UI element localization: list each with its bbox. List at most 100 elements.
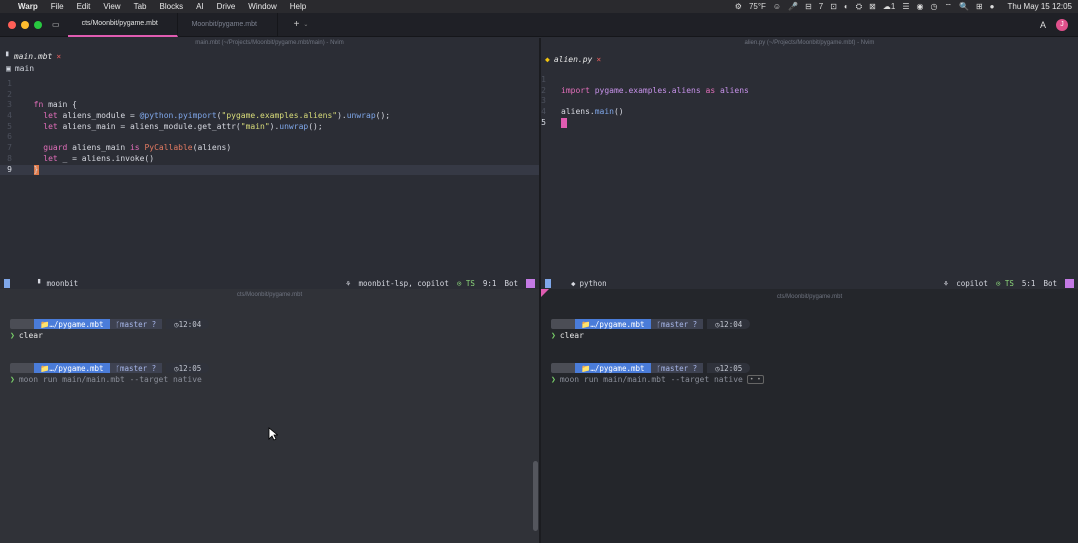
- module-icon: ▣: [6, 64, 11, 73]
- buffer-close-icon[interactable]: ×: [596, 55, 601, 64]
- control-center-icon[interactable]: ⊞: [976, 2, 983, 11]
- mouse-pointer-icon: [268, 427, 278, 441]
- terminal-scrollbar[interactable]: [533, 461, 538, 531]
- terminal-pane-right[interactable]: cts/Moonbit/pygame.mbt 📁 …/pygame.mbt ᚴ …: [541, 289, 1078, 543]
- microphone-status-icon[interactable]: 🎤: [788, 2, 798, 11]
- prompt-block: 📁 …/pygame.mbt ᚴ master ? ◷ 12:05: [10, 363, 210, 373]
- status-filetype: python: [579, 279, 607, 288]
- buffer-close-icon[interactable]: ×: [56, 52, 61, 61]
- line-number: 2: [7, 89, 12, 99]
- pane-title: alien.py (~/Projects/Moonbit/pygame.mbt)…: [744, 40, 875, 46]
- running-spinner: • •: [746, 374, 764, 384]
- menu-tab[interactable]: Tab: [134, 2, 147, 11]
- line-code: aliens.main(): [561, 107, 624, 117]
- file-icon: ▘: [6, 52, 11, 61]
- user-avatar[interactable]: J: [1056, 18, 1068, 31]
- line-number: 9: [7, 164, 12, 174]
- prompt-block: 📁 …/pygame.mbt ᚴ master ? ◷ 12:05: [551, 363, 751, 373]
- counter-status[interactable]: 7: [819, 2, 823, 11]
- settings-status-icon[interactable]: ⚙: [735, 2, 742, 11]
- cursor-position: 5:1: [1021, 279, 1036, 288]
- statusline-end-block: [1065, 279, 1074, 288]
- command-line[interactable]: ❯ moon run main/main.mbt --target native •…: [551, 374, 764, 384]
- theme-status-icon[interactable]: ◐: [844, 2, 849, 11]
- line-number: 5: [541, 117, 546, 127]
- code-line: 1: [0, 79, 539, 90]
- menu-ai[interactable]: AI: [196, 2, 204, 11]
- new-tab-dropdown-icon[interactable]: ⌄: [303, 21, 308, 28]
- mute-status-icon[interactable]: ⊠: [869, 2, 876, 11]
- treesitter-status: ⊙ TS: [995, 279, 1014, 288]
- menu-window[interactable]: Window: [248, 2, 276, 11]
- command-text: moon run main/main.mbt --target native: [18, 374, 202, 384]
- line-number: 7: [7, 143, 12, 153]
- buffer-tab-alien-py[interactable]: ◆ alien.py ×: [545, 55, 601, 64]
- new-tab-button[interactable]: +: [294, 19, 300, 30]
- chat-status-icon[interactable]: ☁1: [883, 2, 895, 11]
- menu-edit[interactable]: Edit: [77, 2, 91, 11]
- window-status-icon[interactable]: ⊟: [805, 2, 812, 11]
- menu-view[interactable]: View: [103, 2, 120, 11]
- warp-tab-bar: ▭ cts/Moonbit/pygame.mbt Moonbit/pygame.…: [0, 12, 1078, 37]
- buffer-filename: alien.py: [553, 55, 593, 64]
- menu-drive[interactable]: Drive: [217, 2, 236, 11]
- code-editor[interactable]: 1 2 import pygame.examples.aliens as alie…: [541, 75, 1078, 128]
- code-line: 2: [0, 90, 539, 101]
- window-controls: [8, 20, 42, 29]
- apple-os-icon: [551, 363, 575, 373]
- prompt-time: ◷ 12:05: [166, 363, 210, 373]
- mode-indicator: [545, 279, 551, 288]
- prompt-arrow-icon: ❯: [551, 374, 556, 384]
- code-line: 8 let _ = aliens.invoke(): [0, 154, 539, 165]
- tab-pygame-second[interactable]: Moonbit/pygame.mbt: [178, 12, 278, 37]
- menu-help[interactable]: Help: [290, 2, 306, 11]
- code-editor[interactable]: 1 2 3 fn main { 4 let aliens_module = @p…: [0, 79, 539, 176]
- tabbar-right-icons: A J: [1040, 18, 1068, 31]
- command-text: clear: [559, 330, 584, 340]
- buffer-tab-main-mbt[interactable]: ▘ main.mbt ×: [6, 52, 61, 61]
- zoom-window-button[interactable]: [34, 20, 42, 29]
- command-line[interactable]: ❯ moon run main/main.mbt --target native: [10, 374, 202, 384]
- siri-icon[interactable]: ●: [990, 2, 995, 11]
- calendar-status-icon[interactable]: ⊡: [830, 2, 837, 11]
- menu-warp[interactable]: Warp: [18, 2, 38, 11]
- spotlight-search-icon[interactable]: 🔍: [959, 2, 969, 11]
- menu-file[interactable]: File: [51, 2, 64, 11]
- git-branch-label: master ?: [661, 319, 698, 329]
- tab-sidebar-toggle-icon[interactable]: ▭: [52, 20, 60, 29]
- terminal-pane-left[interactable]: cts/Moonbit/pygame.mbt 📁 …/pygame.mbt ᚴ …: [0, 289, 539, 543]
- line-number: 6: [7, 132, 12, 142]
- apple-os-icon: [10, 319, 34, 329]
- record-status-icon[interactable]: ◉: [917, 2, 924, 11]
- tab-pygame-active[interactable]: cts/Moonbit/pygame.mbt: [67, 12, 178, 37]
- line-code: import pygame.examples.aliens as aliens: [561, 85, 749, 95]
- pane-title: main.mbt (~/Projects/Moonbit/pygame.mbt/…: [195, 40, 344, 46]
- line-number: 3: [7, 100, 12, 110]
- tab-label: Moonbit/pygame.mbt: [191, 21, 257, 28]
- menubar-clock[interactable]: Thu May 15 12:05: [1008, 2, 1072, 11]
- nvim-pane-main-mbt[interactable]: main.mbt (~/Projects/Moonbit/pygame.mbt/…: [0, 38, 539, 289]
- ai-assistant-icon[interactable]: A: [1040, 20, 1046, 30]
- minimize-window-button[interactable]: [21, 20, 29, 29]
- prompt-directory: 📁 …/pygame.mbt: [34, 319, 110, 329]
- list-status-icon[interactable]: ☰: [902, 2, 909, 11]
- code-line: 7 guard aliens_main is PyCallable(aliens…: [0, 143, 539, 154]
- close-window-button[interactable]: [8, 20, 16, 29]
- face-status-icon[interactable]: ☺: [773, 2, 781, 11]
- time-label: 12:04: [719, 319, 743, 329]
- text-cursor: [561, 117, 567, 128]
- prompt-directory: 📁 …/pygame.mbt: [575, 319, 651, 329]
- command-line[interactable]: ❯ clear: [10, 330, 43, 340]
- prompt-time: ◷ 12:05: [707, 363, 751, 373]
- weather-status[interactable]: 75°F: [749, 2, 766, 11]
- wifi-icon[interactable]: ⌔: [944, 2, 952, 12]
- text-cursor: }: [33, 164, 39, 175]
- line-number: 4: [541, 107, 546, 117]
- code-line-current: 5: [541, 117, 1078, 129]
- code-line: 2 import pygame.examples.aliens as aliens: [541, 86, 1078, 97]
- timer-status-icon[interactable]: ◷: [930, 2, 937, 11]
- menu-blocks[interactable]: Blocks: [160, 2, 184, 11]
- gear-status-icon[interactable]: ⛭: [856, 2, 862, 12]
- nvim-pane-alien-py[interactable]: alien.py (~/Projects/Moonbit/pygame.mbt)…: [541, 38, 1078, 289]
- command-line[interactable]: ❯ clear: [551, 330, 584, 340]
